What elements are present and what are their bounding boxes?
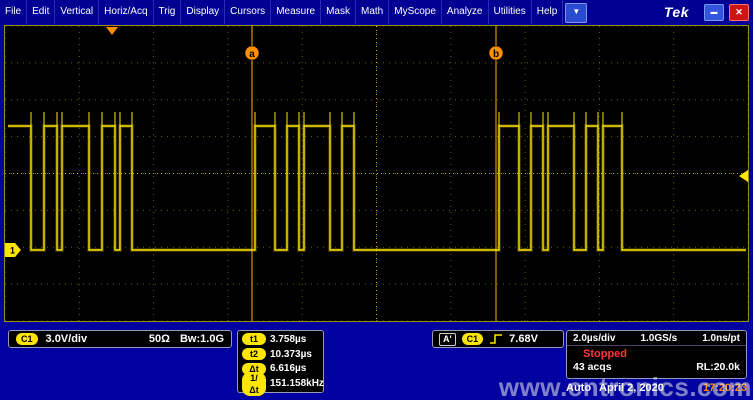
measurement-badge-t2: t2 — [242, 348, 266, 360]
trigger-source-badge: C1 — [462, 333, 484, 345]
tek-logo: Tek — [664, 4, 689, 20]
measurement-value-freq: 151.158kHz — [270, 378, 324, 389]
cursor-b-label: b — [493, 49, 499, 60]
menu-item-vertical[interactable]: Vertical — [55, 0, 99, 24]
trigger-system-badge: A' — [439, 333, 456, 346]
record-length: RL:20.0k — [696, 361, 740, 373]
close-icon: ✕ — [735, 7, 743, 17]
measurement-value-t1: 3.758µs — [270, 334, 306, 345]
menu-item-cursors[interactable]: Cursors — [225, 0, 271, 24]
horizontal-readout-box[interactable]: 2.0µs/div 1.0GS/s 1.0ns/pt Stopped 43 ac… — [566, 330, 747, 379]
minimize-button[interactable]: ▬ — [704, 4, 724, 21]
measurement-value-dt: 6.616µs — [270, 363, 306, 374]
menu-item-display[interactable]: Display — [181, 0, 225, 24]
measurement-row: 1/Δt 151.158kHz — [242, 377, 319, 391]
cursor-a-label: a — [249, 49, 255, 60]
trigger-level-marker[interactable] — [739, 170, 748, 182]
menu-item-myscope[interactable]: MyScope — [389, 0, 442, 24]
close-button[interactable]: ✕ — [729, 4, 749, 21]
acquisition-status: Stopped — [583, 348, 627, 360]
channel-scale: 3.0V/div — [46, 333, 88, 345]
menu-dropdown-button[interactable]: ▼ — [565, 3, 587, 23]
trigger-position-marker[interactable] — [106, 27, 118, 35]
channel-badge: C1 — [16, 333, 38, 345]
menu-item-edit[interactable]: Edit — [27, 0, 55, 24]
date-label: April 2, 2020 — [599, 382, 664, 394]
window-controls: Tek ▬ ✕ — [664, 0, 753, 24]
menu-item-math[interactable]: Math — [356, 0, 389, 24]
trigger-level-value: 7.68V — [509, 333, 538, 345]
timebase-value: 2.0µs/div — [573, 333, 615, 344]
sample-rate-value: 1.0GS/s — [640, 333, 677, 344]
menu-item-measure[interactable]: Measure — [271, 0, 321, 24]
waveform-overshoot-spikes — [31, 112, 622, 126]
scope-screen-svg: a b 1 — [5, 26, 748, 321]
measurement-row: t2 10.373µs — [242, 347, 319, 361]
menu-item-utilities[interactable]: Utilities — [489, 0, 532, 24]
acquisition-count: 43 acqs — [573, 361, 612, 373]
acquisition-status-row: Stopped — [567, 346, 746, 360]
channel-readout-box[interactable]: C1 3.0V/div 50Ω Bw:1.0G — [8, 330, 232, 348]
trigger-mode: Auto — [566, 382, 591, 394]
measurement-badge-t1: t1 — [242, 333, 266, 345]
menu-item-horiz-acq[interactable]: Horiz/Acq — [99, 0, 153, 24]
resolution-value: 1.0ns/pt — [702, 333, 740, 344]
waveform-display-area[interactable]: a b 1 — [4, 25, 749, 322]
menu-item-file[interactable]: File — [0, 0, 27, 24]
measurement-badge-freq: 1/Δt — [242, 372, 266, 396]
menu-item-trig[interactable]: Trig — [154, 0, 182, 24]
time-label: 17:20:23 — [703, 382, 747, 394]
menu-bar: FileEditVerticalHoriz/AcqTrigDisplayCurs… — [0, 0, 753, 24]
cursor-measurement-box[interactable]: t1 3.758µs t2 10.373µs Δt 6.616µs 1/Δt 1… — [237, 330, 324, 393]
chevron-down-icon: ▼ — [572, 7, 580, 16]
minimize-icon: ▬ — [711, 9, 718, 16]
rising-edge-icon — [489, 333, 503, 345]
measurement-value-t2: 10.373µs — [270, 349, 312, 360]
menu-item-mask[interactable]: Mask — [321, 0, 356, 24]
menu-items: FileEditVerticalHoriz/AcqTrigDisplayCurs… — [0, 0, 563, 24]
timebase-row: 2.0µs/div 1.0GS/s 1.0ns/pt — [567, 331, 746, 346]
acquisition-count-row: 43 acqs RL:20.0k — [567, 360, 746, 373]
measurement-row: t1 3.758µs — [242, 332, 319, 346]
menu-item-analyze[interactable]: Analyze — [442, 0, 489, 24]
channel-termination: 50Ω — [149, 333, 170, 345]
menu-item-help[interactable]: Help — [532, 0, 564, 24]
channel-settings: 50Ω Bw:1.0G — [149, 333, 224, 345]
datetime-row: Auto April 2, 2020 17:20:23 — [566, 382, 747, 394]
trigger-readout-box[interactable]: A' C1 7.68V — [432, 330, 564, 348]
oscilloscope-window: FileEditVerticalHoriz/AcqTrigDisplayCurs… — [0, 0, 753, 400]
channel-1-marker-label: 1 — [10, 246, 15, 256]
channel-bandwidth: Bw:1.0G — [180, 333, 224, 345]
